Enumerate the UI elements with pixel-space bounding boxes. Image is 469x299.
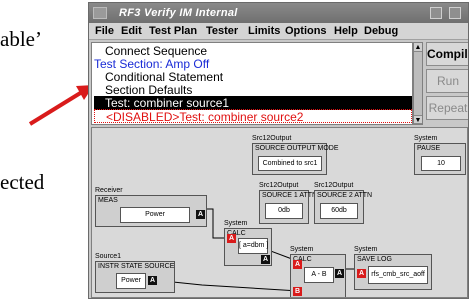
- tree-item-selected[interactable]: Test: combiner source1: [94, 96, 412, 110]
- block-value: 0db: [265, 203, 303, 219]
- block-value: Power: [116, 273, 146, 289]
- receiver-meas-block[interactable]: MEAS Power A: [95, 195, 207, 227]
- maximize-icon[interactable]: [449, 7, 461, 19]
- title-bar[interactable]: RF3 Verify IM Internal: [89, 3, 468, 23]
- block-owner-label: Receiver: [95, 187, 123, 194]
- menu-tester[interactable]: Tester: [206, 25, 238, 37]
- block-title: SOURCE OUTPUT MODE: [255, 145, 339, 152]
- tree-section[interactable]: Test Section: Amp Off: [94, 57, 209, 71]
- compile-button[interactable]: Compile: [426, 42, 468, 66]
- calc-block-1[interactable]: CALC A [ a=dbm ] A: [224, 228, 272, 266]
- pause-block[interactable]: PAUSE 10: [414, 143, 466, 175]
- minimize-icon[interactable]: [430, 7, 442, 19]
- source1-attn-block[interactable]: SOURCE 1 ATTN 0db: [259, 190, 317, 224]
- input-port[interactable]: A: [357, 269, 366, 278]
- block-owner-label: Src12Output: [252, 135, 292, 142]
- block-value: 60db: [320, 203, 358, 219]
- app-window: RF3 Verify IM Internal File Edit Test Pl…: [88, 2, 469, 299]
- block-diagram-canvas[interactable]: Src12Output SOURCE OUTPUT MODE Combined …: [91, 127, 468, 298]
- block-owner-label: Source1: [95, 253, 122, 260]
- block-value: rfs_cmb_src_aoff: [368, 266, 428, 284]
- scroll-up-icon[interactable]: ▲: [414, 43, 422, 52]
- output-port[interactable]: A: [335, 269, 344, 278]
- tree-item[interactable]: Connect Sequence: [105, 44, 207, 58]
- block-owner-label: System: [224, 220, 248, 227]
- menu-limits[interactable]: Limits: [248, 25, 280, 37]
- window-title: RF3 Verify IM Internal: [119, 7, 238, 19]
- instr-state-source-block[interactable]: INSTR STATE SOURCE Power A: [95, 261, 175, 293]
- menu-bar: File Edit Test Plan Tester Limits Option…: [89, 23, 468, 40]
- source2-attn-block[interactable]: SOURCE 2 ATTN 60db: [314, 190, 372, 224]
- block-value: 10: [421, 156, 461, 171]
- block-value: A - B: [304, 267, 334, 283]
- block-owner-label: Src12Output: [259, 182, 299, 189]
- block-value: [ a=dbm ]: [238, 238, 268, 254]
- menu-debug[interactable]: Debug: [364, 25, 398, 37]
- tree-item[interactable]: Section Defaults: [105, 83, 192, 97]
- block-value: Combined to src1: [258, 156, 322, 171]
- slide-text-fragment-bottom: ected: [0, 170, 45, 194]
- menu-file[interactable]: File: [95, 25, 114, 37]
- menu-edit[interactable]: Edit: [121, 25, 142, 37]
- output-port[interactable]: A: [261, 255, 270, 264]
- block-title: SOURCE 1 ATTN: [262, 192, 318, 199]
- tree-scrollbar[interactable]: ▲ ▼: [413, 42, 423, 125]
- block-owner-label: System: [414, 135, 438, 142]
- block-title: INSTR STATE SOURCE: [98, 263, 175, 270]
- block-owner-label: Src12Output: [314, 182, 354, 189]
- tree-item-disabled[interactable]: <DISABLED>Test: combiner source2: [94, 109, 412, 124]
- output-port[interactable]: A: [148, 276, 157, 285]
- slide-text-fragment-top: able’: [0, 27, 42, 51]
- input-port-b[interactable]: B: [293, 287, 302, 296]
- tree-item-disabled-label: <DISABLED>Test: combiner source2: [106, 110, 304, 124]
- block-title: MEAS: [98, 197, 118, 204]
- scroll-down-icon[interactable]: ▼: [414, 115, 422, 124]
- block-owner-label: System: [354, 246, 378, 253]
- red-arrow-icon: [28, 85, 94, 126]
- input-port[interactable]: A: [227, 234, 236, 243]
- run-button[interactable]: Run: [426, 69, 468, 93]
- block-title: SOURCE 2 ATTN: [317, 192, 373, 199]
- source-output-mode-block[interactable]: SOURCE OUTPUT MODE Combined to src1: [252, 143, 339, 175]
- menu-test-plan[interactable]: Test Plan: [149, 25, 197, 37]
- tree-item-selected-label: Test: combiner source1: [105, 96, 230, 110]
- block-title: SAVE LOG: [357, 256, 392, 263]
- calc-block-2[interactable]: CALC A A - B A B: [290, 254, 346, 297]
- input-port-a[interactable]: A: [293, 260, 302, 269]
- block-value: Power: [120, 207, 190, 223]
- save-log-block[interactable]: SAVE LOG A rfs_cmb_src_aoff: [354, 254, 432, 290]
- block-owner-label: System: [290, 246, 314, 253]
- output-port[interactable]: A: [196, 210, 205, 219]
- tree-item[interactable]: Conditional Statement: [105, 70, 223, 84]
- test-plan-tree[interactable]: Connect Sequence Test Section: Amp Off C…: [91, 42, 413, 125]
- menu-help[interactable]: Help: [334, 25, 358, 37]
- repeat-button[interactable]: Repeat: [426, 96, 468, 120]
- window-menu-icon[interactable]: [93, 7, 107, 19]
- block-title: PAUSE: [417, 145, 441, 152]
- menu-options[interactable]: Options: [285, 25, 327, 37]
